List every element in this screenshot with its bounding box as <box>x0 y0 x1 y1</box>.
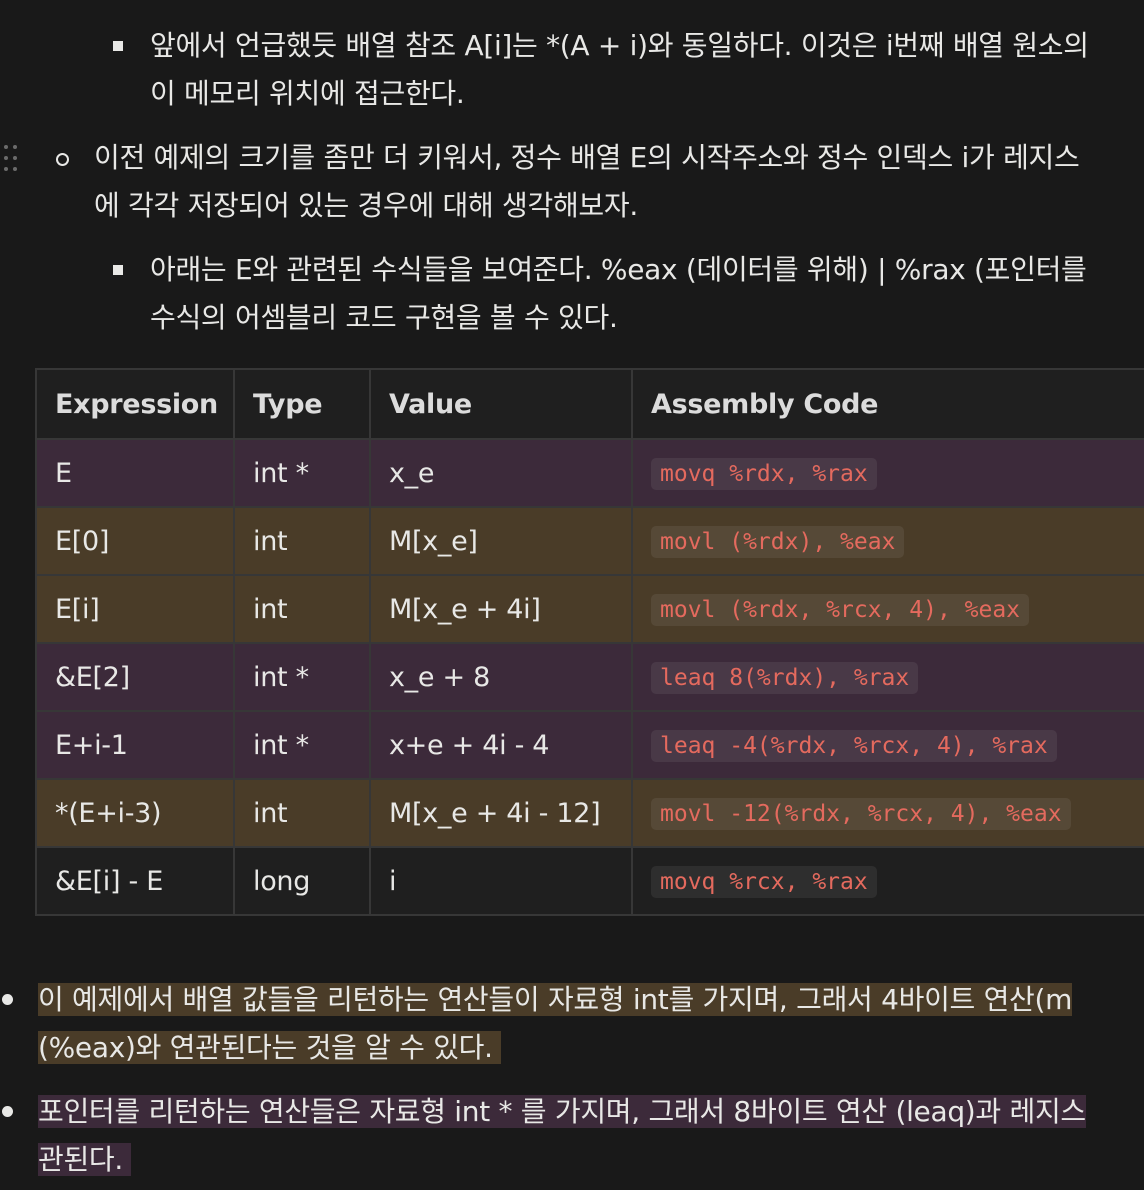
highlighted-text: (%eax)와 연관된다는 것을 알 수 있다. <box>38 1031 501 1064</box>
column-header-type[interactable]: Type <box>233 368 371 440</box>
list-item-text: 이 메모리 위치에 접근한다. <box>150 77 465 110</box>
inline-code: movl (%rdx, %rcx, 4), %eax <box>651 593 1030 626</box>
cell-assembly[interactable]: movq %rdx, %rax <box>631 438 1144 508</box>
dot-bullet-icon <box>2 994 13 1005</box>
column-header-value[interactable]: Value <box>369 368 633 440</box>
expression-table: Expression Type Value Assembly Code E in… <box>35 368 1144 916</box>
table-row: &E[2] int * x_e + 8 leaq 8(%rdx), %rax <box>35 642 1144 712</box>
cell-type[interactable]: int * <box>233 438 371 508</box>
table-row: E[i] int M[x_e + 4i] movl (%rdx, %rcx, 4… <box>35 574 1144 644</box>
cell-expression[interactable]: E <box>35 438 235 508</box>
cell-expression[interactable]: &E[2] <box>35 642 235 712</box>
list-item-text: 아래는 E와 관련된 수식들을 보여준다. %eax (데이터를 위해) | %… <box>150 253 1087 286</box>
cell-expression[interactable]: E[i] <box>35 574 235 644</box>
square-bullet-icon <box>113 41 123 51</box>
note-text: 관된다. <box>38 1140 131 1180</box>
cell-value[interactable]: x_e <box>369 438 633 508</box>
inline-code: movq %rcx, %rax <box>651 865 877 898</box>
cell-expression[interactable]: E+i-1 <box>35 710 235 780</box>
table-row: E+i-1 int * x+e + 4i - 4 leaq -4(%rdx, %… <box>35 710 1144 780</box>
cell-value[interactable]: x_e + 8 <box>369 642 633 712</box>
cell-assembly[interactable]: movl -12(%rdx, %rcx, 4), %eax <box>631 778 1144 848</box>
list-item-text: 수식의 어셈블리 코드 구현을 볼 수 있다. <box>150 301 618 334</box>
inline-code: movl (%rdx), %eax <box>651 525 905 558</box>
cell-value[interactable]: M[x_e + 4i] <box>369 574 633 644</box>
inline-code: movl -12(%rdx, %rcx, 4), %eax <box>651 797 1071 830</box>
note-text: 이 예제에서 배열 값들을 리턴하는 연산들이 자료형 int를 가지며, 그래… <box>38 980 1072 1020</box>
highlighted-text: 이 예제에서 배열 값들을 리턴하는 연산들이 자료형 int를 가지며, 그래… <box>38 983 1073 1016</box>
cell-assembly[interactable]: leaq 8(%rdx), %rax <box>631 642 1144 712</box>
cell-assembly[interactable]: leaq -4(%rdx, %rcx, 4), %rax <box>631 710 1144 780</box>
cell-type[interactable]: long <box>233 846 371 916</box>
note-text: (%eax)와 연관된다는 것을 알 수 있다. <box>38 1028 501 1068</box>
cell-assembly[interactable]: movl (%rdx), %eax <box>631 506 1144 576</box>
hollow-circle-bullet-icon <box>56 153 69 166</box>
cell-assembly[interactable]: movq %rcx, %rax <box>631 846 1144 916</box>
cell-type[interactable]: int <box>233 506 371 576</box>
inline-code: leaq -4(%rdx, %rcx, 4), %rax <box>651 729 1057 762</box>
cell-type[interactable]: int * <box>233 642 371 712</box>
column-header-expression[interactable]: Expression <box>35 368 235 440</box>
table-row: E int * x_e movq %rdx, %rax <box>35 438 1144 508</box>
table-row: E[0] int M[x_e] movl (%rdx), %eax <box>35 506 1144 576</box>
inline-code: leaq 8(%rdx), %rax <box>651 661 919 694</box>
inline-code: movq %rdx, %rax <box>651 457 877 490</box>
column-header-assembly[interactable]: Assembly Code <box>631 368 1144 440</box>
cell-type[interactable]: int <box>233 778 371 848</box>
cell-value[interactable]: M[x_e + 4i - 12] <box>369 778 633 848</box>
cell-expression[interactable]: E[0] <box>35 506 235 576</box>
drag-handle-icon[interactable] <box>4 145 22 173</box>
cell-expression[interactable]: *(E+i-3) <box>35 778 235 848</box>
note-text: 포인터를 리턴하는 연산들은 자료형 int * 를 가지며, 그래서 8바이트… <box>38 1092 1086 1132</box>
table-row: *(E+i-3) int M[x_e + 4i - 12] movl -12(%… <box>35 778 1144 848</box>
list-item-text: 에 각각 저장되어 있는 경우에 대해 생각해보자. <box>94 189 638 222</box>
highlighted-text: 관된다. <box>38 1143 131 1176</box>
square-bullet-icon <box>113 265 123 275</box>
table-row: &E[i] - E long i movq %rcx, %rax <box>35 846 1144 916</box>
list-item-text: 이전 예제의 크기를 좀만 더 키워서, 정수 배열 E의 시작주소와 정수 인… <box>94 141 1080 174</box>
cell-type[interactable]: int * <box>233 710 371 780</box>
list-item-text: 앞에서 언급했듯 배열 참조 A[i]는 *(A + i)와 동일하다. 이것은… <box>150 29 1089 62</box>
cell-type[interactable]: int <box>233 574 371 644</box>
cell-value[interactable]: i <box>369 846 633 916</box>
dot-bullet-icon <box>2 1106 13 1117</box>
cell-value[interactable]: M[x_e] <box>369 506 633 576</box>
cell-value[interactable]: x+e + 4i - 4 <box>369 710 633 780</box>
table-header-row: Expression Type Value Assembly Code <box>35 368 1144 440</box>
cell-assembly[interactable]: movl (%rdx, %rcx, 4), %eax <box>631 574 1144 644</box>
cell-expression[interactable]: &E[i] - E <box>35 846 235 916</box>
highlighted-text: 포인터를 리턴하는 연산들은 자료형 int * 를 가지며, 그래서 8바이트… <box>38 1095 1086 1128</box>
